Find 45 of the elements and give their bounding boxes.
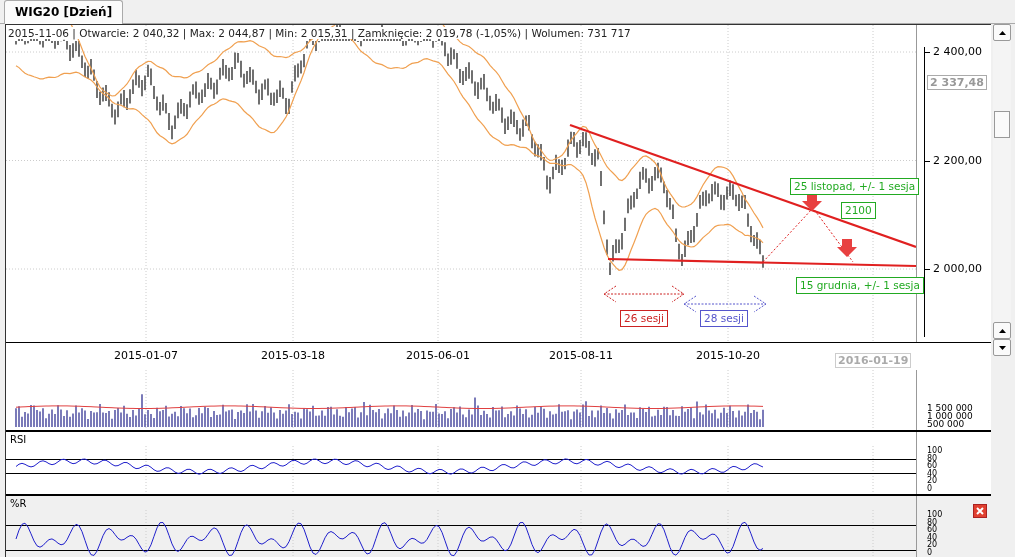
- indicator-title: %R: [9, 497, 28, 510]
- current-price-label: 2 337,48: [927, 75, 987, 90]
- price-axis-label: 2 400,00: [924, 45, 982, 58]
- annotation-label: 2100: [841, 202, 876, 219]
- rsi-axis-label: 100: [927, 447, 943, 455]
- up-arrow-icon: [998, 30, 1006, 35]
- date-axis-label: 2015-06-01: [406, 349, 470, 362]
- rsi-axis-label: 80: [927, 454, 938, 462]
- annotation-label: 15 grudnia, +/- 1 sesja: [796, 277, 924, 294]
- up-arrow-icon: [998, 328, 1006, 333]
- rsi-axis-label: 20: [927, 477, 939, 485]
- cursor-date-label: 2016-01-19: [835, 353, 912, 368]
- chart-tab[interactable]: WIG20 [Dzień]: [4, 0, 124, 24]
- williams-axis-label: 60: [927, 526, 939, 534]
- ohlc-info-text: 2015-11-06 | Otwarcie: 2 040,32 | Max: 2 044,87 | Min: 2 015,31 | Zamknięcie: 2 019,78 (-1,05%) | Wolumen: 731 717: [8, 27, 631, 39]
- scroll-thumb[interactable]: [994, 111, 1010, 138]
- williams-axis-label: 100: [927, 511, 943, 519]
- close-icon: [976, 507, 984, 515]
- down-arrow-icon: [837, 239, 857, 257]
- annotation-label: 28 sesji: [700, 310, 748, 327]
- close-button[interactable]: [973, 504, 987, 518]
- date-axis-label: 2015-08-11: [549, 349, 613, 362]
- down-arrow-icon: [998, 345, 1006, 350]
- date-axis-label: 2015-10-20: [696, 349, 760, 362]
- rsi-axis-label: 60: [927, 462, 939, 470]
- volume-axis-label: 1 500 000: [927, 404, 973, 412]
- annotation-label: 25 listopad, +/- 1 sesja: [790, 178, 920, 195]
- date-axis-label: 2015-03-18: [261, 349, 325, 362]
- scroll-down-button[interactable]: [993, 339, 1011, 356]
- volume-axis-label: 1 000 000: [927, 412, 973, 420]
- scroll-up-button[interactable]: [993, 24, 1011, 41]
- williams-axis-label: 40: [927, 533, 939, 541]
- price-axis-label: 2 000,00: [924, 262, 982, 275]
- williams-axis-label: 0: [927, 548, 933, 556]
- rsi-axis-label: 40: [927, 469, 939, 477]
- date-axis-label: 2015-01-07: [114, 349, 178, 362]
- annotation-label: 26 sesji: [620, 310, 668, 327]
- williams-axis-label: 80: [927, 518, 938, 526]
- scroll-up-button[interactable]: [993, 322, 1011, 339]
- scrollbar[interactable]: [993, 24, 1011, 356]
- price-axis-label: 2 200,00: [924, 153, 982, 167]
- volume-axis-label: 500 000: [927, 420, 965, 428]
- williams-axis-label: 20: [927, 541, 939, 549]
- rsi-axis-label: 0: [927, 484, 933, 492]
- indicator-title: RSI: [9, 433, 28, 446]
